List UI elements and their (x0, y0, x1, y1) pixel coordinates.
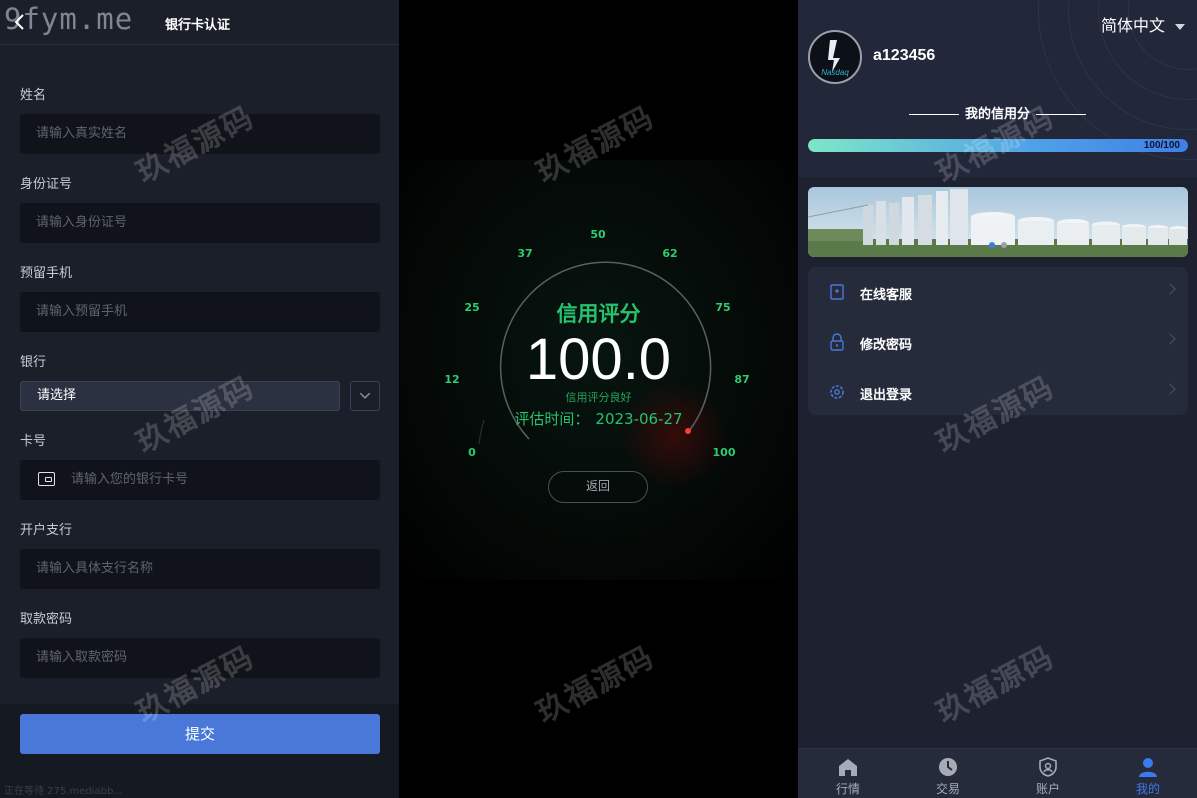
menu-label: 修改密码 (860, 338, 913, 353)
bank-label: 银行 (20, 355, 47, 370)
gear-icon (830, 385, 844, 399)
menu-label: 在线客服 (860, 288, 913, 303)
tab-mine[interactable]: 我的 (1098, 749, 1197, 798)
chevron-down-icon (359, 392, 371, 399)
bank-select[interactable]: 请选择 (20, 381, 340, 411)
phone-label: 预留手机 (20, 266, 73, 281)
bank-select-dropdown-button[interactable] (350, 381, 380, 411)
id-number-input[interactable]: 请输入身份证号 (20, 203, 380, 243)
menu-list: 在线客服 修改密码 退出登录 (808, 267, 1188, 415)
bank-card-auth-panel: 9fym.me 银行卡认证 姓名 请输入真实姓名 身份证号 请输入身份证号 预留… (0, 0, 399, 798)
tab-label: 账户 (1035, 782, 1060, 796)
assessment-time: 评估时间： 2023-06-27 (399, 408, 798, 429)
shield-user-icon (1039, 757, 1057, 777)
avatar-text: Nasdaq (821, 68, 849, 77)
nasdaq-logo-icon: Nasdaq (821, 40, 849, 77)
home-icon (839, 759, 857, 776)
score-subtitle: 信用评分良好 (565, 391, 632, 404)
chevron-right-icon (1164, 383, 1176, 395)
language-label: 简体中文 (1100, 16, 1165, 35)
menu-item-logout[interactable]: 退出登录 (808, 367, 1188, 417)
assessment-time-value: 2023-06-27 (595, 410, 683, 428)
gauge-tick: 100 (712, 446, 736, 459)
credit-progress-fill (808, 139, 1188, 152)
id-number-label: 身份证号 (20, 177, 73, 192)
card-number-input[interactable]: 请输入您的银行卡号 (20, 460, 380, 500)
withdraw-password-label: 取款密码 (20, 612, 73, 627)
submit-bar: 提交 正在等待 275.mediabb... (0, 704, 399, 798)
credit-gauge-panel: 0 12 25 37 50 62 75 87 100 信用评分 100.0 信用… (399, 0, 798, 798)
carousel-dot[interactable] (1001, 242, 1007, 248)
tab-trade[interactable]: 交易 (898, 749, 998, 798)
profile-header: 简体中文 Nasdaq a123456 我的信用分 100/100 (798, 0, 1197, 177)
tab-label: 交易 (935, 782, 960, 796)
user-icon (1139, 758, 1157, 777)
credit-score-value: 100/100 (1143, 140, 1180, 151)
banner-image (808, 187, 1188, 257)
tab-label: 我的 (1135, 782, 1160, 796)
gauge-tick: 50 (590, 228, 606, 241)
gauge-tick: 37 (517, 247, 533, 260)
bottom-tab-bar: 行情 交易 账户 我的 (798, 748, 1197, 798)
menu-item-customer-service[interactable]: 在线客服 (808, 267, 1188, 317)
submit-button[interactable]: 提交 (20, 714, 380, 754)
tab-label: 行情 (835, 782, 860, 796)
credit-progress-bar: 100/100 (808, 139, 1188, 152)
phone-input[interactable]: 请输入预留手机 (20, 292, 380, 332)
avatar[interactable]: Nasdaq (808, 30, 862, 84)
branch-label: 开户支行 (20, 523, 73, 538)
name-input[interactable]: 请输入真实姓名 (20, 114, 380, 154)
caret-down-icon (1175, 23, 1185, 30)
language-selector[interactable]: 简体中文 (1101, 12, 1185, 36)
gauge-tick: 0 (468, 446, 476, 459)
customer-service-icon (830, 284, 844, 300)
score-value: 100.0 (525, 327, 672, 392)
credit-score-title: 我的信用分 (798, 103, 1197, 122)
menu-item-change-password[interactable]: 修改密码 (808, 317, 1188, 367)
score-title: 信用评分 (556, 302, 641, 326)
username: a123456 (873, 47, 936, 64)
withdraw-password-input[interactable]: 请输入取款密码 (20, 638, 380, 678)
assessment-time-label: 评估时间： (514, 410, 590, 428)
clock-icon (939, 758, 957, 776)
tab-account[interactable]: 账户 (998, 749, 1098, 798)
gauge-tick: 62 (662, 247, 678, 260)
card-number-label: 卡号 (20, 434, 47, 449)
return-button[interactable]: 返回 (548, 471, 648, 503)
name-label: 姓名 (20, 88, 47, 103)
branch-input[interactable]: 请输入具体支行名称 (20, 549, 380, 589)
menu-label: 退出登录 (860, 388, 913, 403)
header: 9fym.me 银行卡认证 (0, 0, 399, 45)
carousel-dot-active[interactable] (989, 242, 995, 248)
back-arrow-icon[interactable] (10, 12, 30, 32)
wallet-icon (38, 472, 55, 486)
page-title: 银行卡认证 (165, 18, 231, 33)
tab-market[interactable]: 行情 (798, 749, 898, 798)
banner-carousel[interactable] (808, 187, 1188, 257)
profile-panel: 简体中文 Nasdaq a123456 我的信用分 100/100 在线客服 修… (798, 0, 1197, 798)
card-number-placeholder: 请输入您的银行卡号 (71, 472, 189, 487)
status-text: 正在等待 275.mediabb... (4, 786, 123, 797)
chevron-right-icon (1164, 333, 1176, 345)
lock-icon (830, 333, 844, 351)
chevron-right-icon (1164, 283, 1176, 295)
